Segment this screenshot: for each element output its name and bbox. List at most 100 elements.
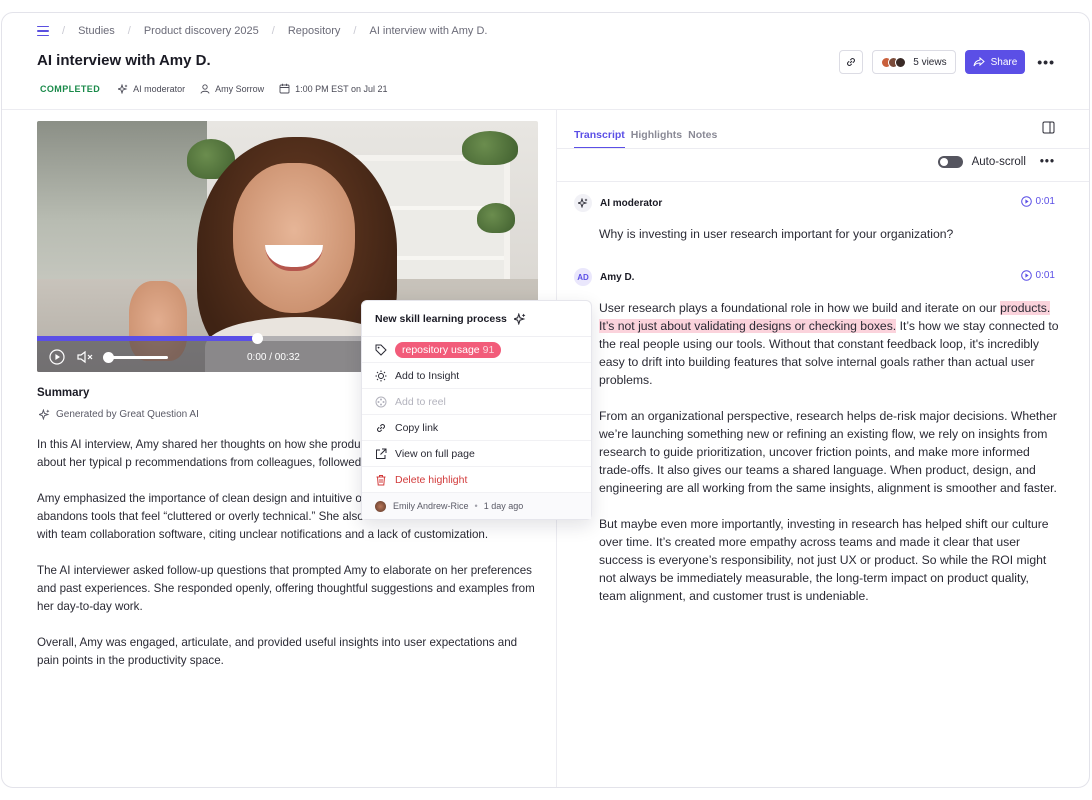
timestamp-link[interactable]: 0:01 — [1020, 270, 1055, 281]
timestamp-label: 0:01 — [1035, 270, 1055, 281]
summary-paragraph: The AI interviewer asked follow-up quest… — [37, 564, 535, 613]
copy-link-label: Copy link — [395, 421, 439, 434]
video-progress-knob[interactable] — [252, 333, 264, 344]
schedule-meta: 1:00 PM EST on Jul 21 — [279, 83, 388, 94]
tag-icon — [375, 344, 387, 356]
share-label: Share — [990, 56, 1018, 68]
text-segment: User research plays a foundational role … — [599, 301, 1001, 315]
tag-count: 91 — [482, 343, 495, 356]
tab-transcript[interactable]: Transcript — [574, 129, 625, 149]
sparkle-icon — [118, 83, 128, 94]
highlight-popover: New skill learning process repository us… — [361, 300, 592, 520]
popover-header: New skill learning process — [362, 301, 591, 337]
speaker-name: AI moderator — [600, 197, 663, 209]
delete-highlight-label: Delete highlight — [395, 473, 468, 486]
utterance-paragraph: But maybe even more importantly, investi… — [599, 517, 1049, 603]
header-actions: 5 views Share ••• — [839, 50, 1055, 74]
transcript-tabs: Transcript Highlights Notes — [574, 129, 723, 149]
tab-highlights[interactable]: Highlights — [631, 129, 682, 149]
view-full-page-label: View on full page — [395, 447, 475, 460]
trash-icon — [376, 474, 386, 485]
timestamp-label: 0:01 — [1035, 196, 1055, 207]
author-name: Emily Andrew-Rice — [393, 501, 469, 511]
mute-icon[interactable] — [77, 350, 95, 364]
avatar — [375, 500, 386, 512]
video-plant — [462, 131, 518, 165]
utterance-text: Why is investing in user research import… — [599, 225, 1059, 261]
share-icon — [973, 57, 985, 67]
video-time: 0:00 / 00:32 — [247, 352, 300, 363]
external-icon — [376, 448, 387, 459]
breadcrumb-current: AI interview with Amy D. — [369, 25, 488, 37]
views-button[interactable]: 5 views — [872, 50, 956, 74]
panel-icon[interactable] — [1042, 121, 1055, 134]
dot-separator: • — [474, 501, 478, 511]
insight-icon — [375, 370, 387, 381]
link-icon — [847, 58, 856, 66]
meta-row: COMPLETED AI moderator Amy Sorrow 1:00 P… — [40, 83, 403, 94]
video-progress-fill — [37, 336, 258, 341]
breadcrumb-repository[interactable]: Repository — [288, 25, 341, 37]
generated-by-label: Generated by Great Question AI — [56, 409, 199, 420]
share-button[interactable]: Share — [964, 50, 1026, 74]
tag-label: repository usage — [402, 343, 480, 356]
viewer-avatars — [881, 56, 907, 68]
page-title: AI interview with Amy D. — [37, 52, 211, 69]
utterance-paragraph: From an organizational perspective, rese… — [599, 409, 1057, 495]
sparkle-icon — [39, 409, 50, 420]
tag-pill[interactable]: repository usage 91 — [395, 341, 502, 358]
tab-notes[interactable]: Notes — [688, 129, 717, 149]
popover-footer: Emily Andrew-Rice • 1 day ago — [362, 493, 591, 519]
popover-title: New skill learning process — [375, 312, 507, 325]
summary-paragraph: Overall, Amy was engaged, articulate, an… — [37, 636, 518, 667]
timestamp-link[interactable]: 0:01 — [1020, 196, 1055, 207]
moderator-meta: AI moderator — [118, 83, 186, 94]
status-badge: COMPLETED — [40, 83, 101, 94]
summary-title: Summary — [37, 387, 90, 399]
add-to-reel-label: Add to reel — [395, 395, 446, 408]
volume-knob[interactable] — [103, 352, 114, 363]
owner-meta: Amy Sorrow — [200, 84, 264, 94]
menu-icon[interactable] — [37, 26, 49, 36]
breadcrumb: / Studies / Product discovery 2025 / Rep… — [37, 25, 487, 37]
moderator-label: AI moderator — [133, 83, 186, 94]
more-options-button[interactable]: ••• — [1037, 54, 1055, 70]
transcript-more-button[interactable]: ••• — [1040, 156, 1055, 168]
video-person-face — [233, 163, 355, 313]
summary-generated-by: Generated by Great Question AI — [39, 409, 199, 420]
speaker-amy: AD Amy D. — [574, 268, 634, 286]
view-full-page-item[interactable]: View on full page — [362, 441, 591, 467]
tabs-divider — [557, 148, 1089, 149]
utterance-paragraph: Why is investing in user research import… — [599, 227, 954, 241]
copy-link-button[interactable] — [839, 50, 864, 74]
avatar: AD — [574, 268, 592, 286]
header-divider — [2, 109, 1089, 110]
breadcrumb-study[interactable]: Product discovery 2025 — [144, 25, 259, 37]
timestamp-play-icon — [1020, 270, 1032, 281]
delete-highlight-item[interactable]: Delete highlight — [362, 467, 591, 493]
speaker-ai-moderator: AI moderator — [574, 194, 662, 212]
link-icon — [377, 423, 385, 432]
breadcrumb-studies[interactable]: Studies — [78, 25, 115, 37]
user-icon — [200, 83, 210, 94]
sparkle-icon — [578, 198, 588, 208]
play-icon[interactable] — [49, 349, 65, 365]
schedule-label: 1:00 PM EST on Jul 21 — [295, 83, 388, 94]
utterance-paragraph: User research plays a foundational role … — [599, 299, 1059, 389]
app-window: / Studies / Product discovery 2025 / Rep… — [1, 12, 1090, 788]
views-label: 5 views — [913, 56, 947, 68]
add-to-insight-item[interactable]: Add to Insight — [362, 363, 591, 389]
reel-icon — [375, 396, 387, 407]
timestamp-play-icon — [1020, 196, 1032, 207]
copy-link-item[interactable]: Copy link — [362, 415, 591, 441]
popover-tag-row[interactable]: repository usage 91 — [362, 337, 591, 363]
utterance-text: User research plays a foundational role … — [599, 299, 1059, 623]
autoscroll-toggle[interactable] — [937, 156, 963, 168]
avatar — [895, 56, 907, 68]
speaker-name: Amy D. — [600, 271, 635, 283]
add-to-insight-label: Add to Insight — [395, 369, 460, 382]
sparkle-icon[interactable] — [513, 312, 526, 325]
time-ago: 1 day ago — [483, 501, 524, 511]
autoscroll-label: Auto-scroll — [971, 156, 1026, 168]
ai-avatar — [574, 194, 592, 212]
